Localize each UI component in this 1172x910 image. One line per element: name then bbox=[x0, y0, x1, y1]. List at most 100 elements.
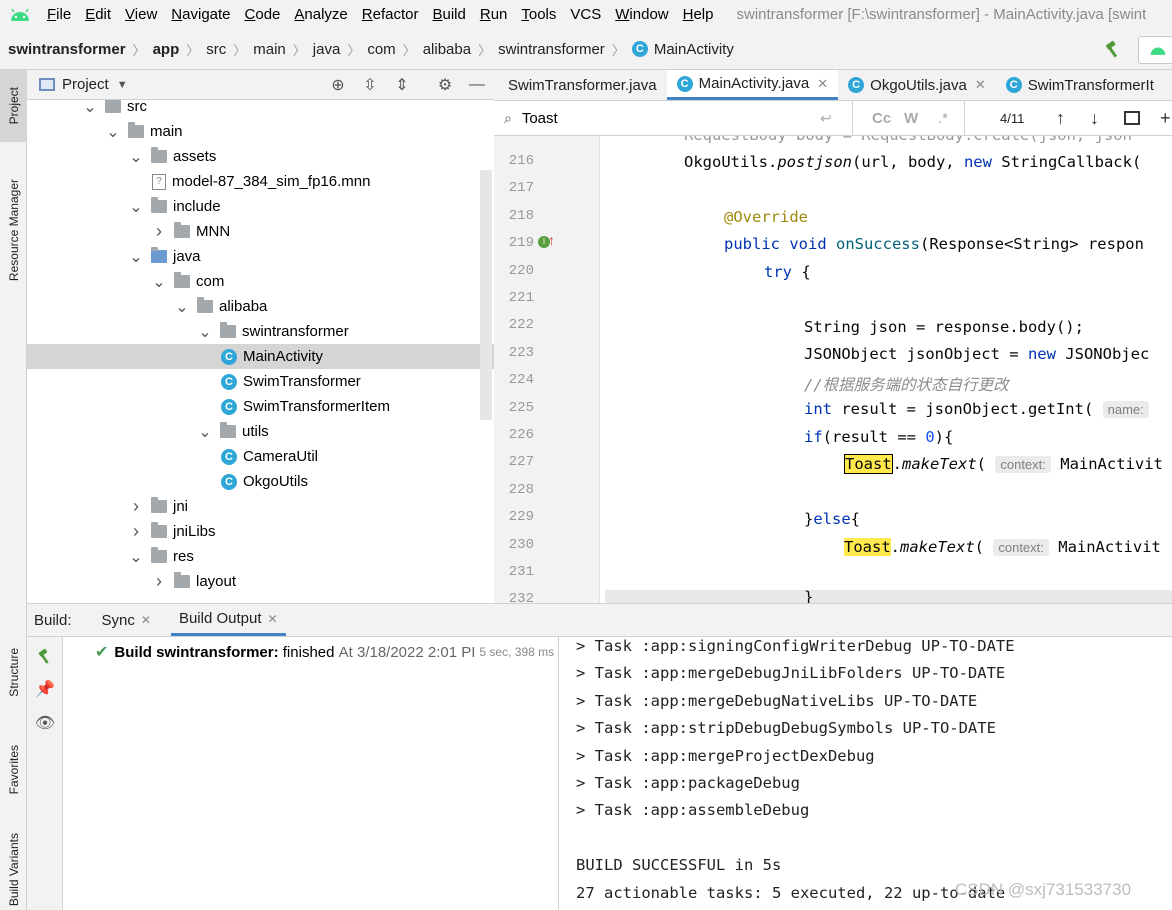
add-icon[interactable]: + bbox=[1160, 108, 1171, 129]
chevron-down-icon[interactable]: ⌄ bbox=[129, 249, 143, 266]
minimize-icon[interactable]: — bbox=[464, 72, 490, 98]
build-variants-tool-tab[interactable]: Build Variants bbox=[0, 830, 27, 910]
tree-item[interactable]: › jni bbox=[27, 494, 494, 519]
breadcrumb-item[interactable]: java 〉 bbox=[313, 40, 368, 59]
close-icon[interactable]: ✕ bbox=[141, 613, 151, 627]
tree-item[interactable]: ⌄ alibaba bbox=[27, 294, 494, 319]
tree-item[interactable]: ⌄ src bbox=[27, 100, 494, 119]
code-editor[interactable]: RequestBody body = RequestBody.create(js… bbox=[601, 136, 1172, 603]
tab-swimtransformeritem[interactable]: C SwimTransformerIt bbox=[996, 70, 1164, 100]
chevron-down-icon[interactable]: ⌄ bbox=[83, 100, 97, 116]
project-panel-title[interactable]: Project bbox=[62, 76, 109, 93]
tree-item[interactable]: C SwimTransformer bbox=[27, 369, 494, 394]
breadcrumb-item[interactable]: main 〉 bbox=[253, 40, 313, 59]
chevron-right-icon[interactable]: › bbox=[152, 221, 166, 241]
tree-item[interactable]: C MainActivity bbox=[27, 344, 494, 369]
tree-item[interactable]: ⌄ include bbox=[27, 194, 494, 219]
tab-okgoutils[interactable]: C OkgoUtils.java ✕ bbox=[838, 70, 996, 100]
collapse-all-icon[interactable]: ⇕ bbox=[389, 72, 415, 98]
chevron-down-icon[interactable]: ⌄ bbox=[129, 199, 143, 216]
tab-build-output[interactable]: Build Output ✕ bbox=[170, 604, 286, 636]
close-icon[interactable]: ✕ bbox=[817, 76, 828, 92]
menu-tools[interactable]: Tools bbox=[514, 0, 563, 29]
breadcrumb-file[interactable]: C MainActivity bbox=[631, 41, 734, 58]
project-tool-tab[interactable]: Project bbox=[0, 70, 27, 142]
breadcrumb-item[interactable]: com 〉 bbox=[367, 40, 422, 59]
menu-navigate[interactable]: Navigate bbox=[164, 0, 237, 29]
chevron-right-icon[interactable]: › bbox=[129, 521, 143, 541]
tree-item[interactable]: ⌄ swintransformer bbox=[27, 319, 494, 344]
folder-icon bbox=[151, 497, 167, 513]
build-result-row[interactable]: ✔ Build swintransformer: finished At 3/1… bbox=[95, 642, 554, 662]
breadcrumb-item[interactable]: app 〉 bbox=[153, 40, 207, 59]
menu-edit[interactable]: Edit bbox=[78, 0, 118, 29]
chevron-down-icon[interactable]: ⌄ bbox=[175, 299, 189, 316]
chevron-right-icon[interactable]: › bbox=[152, 571, 166, 591]
chevron-down-icon[interactable]: ⌄ bbox=[198, 424, 212, 441]
close-icon[interactable]: ✕ bbox=[268, 612, 278, 626]
build-hammer-icon[interactable] bbox=[32, 645, 58, 669]
menu-window[interactable]: Window bbox=[608, 0, 675, 29]
tree-item[interactable]: ⌄ assets bbox=[27, 144, 494, 169]
breadcrumb-item[interactable]: swintransformer 〉 bbox=[498, 40, 632, 59]
structure-tool-tab[interactable]: Structure bbox=[0, 630, 27, 715]
chevron-right-icon[interactable]: › bbox=[129, 496, 143, 516]
menu-vcs[interactable]: VCS bbox=[563, 0, 608, 29]
menu-analyze[interactable]: Analyze bbox=[287, 0, 354, 29]
breadcrumb-item[interactable]: swintransformer 〉 bbox=[8, 40, 153, 59]
tree-item[interactable]: C OkgoUtils bbox=[27, 469, 494, 494]
tree-item[interactable]: ? model-87_384_sim_fp16.mnn bbox=[27, 169, 494, 194]
arrow-up-icon[interactable]: ↑ bbox=[1056, 108, 1065, 129]
locate-icon[interactable]: ⊕ bbox=[325, 72, 351, 98]
chevron-down-icon[interactable]: ⌄ bbox=[198, 324, 212, 341]
arrow-up-icon[interactable]: ↑ bbox=[548, 232, 555, 248]
tree-item[interactable]: ⌄ res bbox=[27, 544, 494, 569]
tree-item[interactable]: › jniLibs bbox=[27, 519, 494, 544]
eye-icon[interactable]: 👁 bbox=[32, 711, 58, 735]
arrow-down-icon[interactable]: ↓ bbox=[1090, 108, 1099, 129]
tree-item[interactable]: ⌄ utils bbox=[27, 419, 494, 444]
menu-refactor[interactable]: Refactor bbox=[355, 0, 426, 29]
words-toggle[interactable]: W bbox=[904, 110, 918, 127]
horizontal-scrollbar[interactable] bbox=[605, 590, 1172, 603]
tab-sync[interactable]: Sync ✕ bbox=[94, 604, 159, 636]
chevron-down-icon[interactable]: ⌄ bbox=[152, 274, 166, 291]
menu-code[interactable]: Code bbox=[238, 0, 288, 29]
expand-all-icon[interactable]: ⇳ bbox=[357, 72, 383, 98]
chevron-down-icon[interactable]: ▼ bbox=[117, 79, 128, 91]
breadcrumb-item[interactable]: src 〉 bbox=[206, 40, 253, 59]
tree-item[interactable]: C SwimTransformerItem bbox=[27, 394, 494, 419]
menu-view[interactable]: View bbox=[118, 0, 164, 29]
menu-run[interactable]: Run bbox=[473, 0, 515, 29]
search-input[interactable]: Toast bbox=[522, 110, 822, 127]
chevron-down-icon[interactable]: ⌄ bbox=[129, 549, 143, 566]
select-all-occurrences-icon[interactable] bbox=[1124, 111, 1140, 125]
search-icon[interactable]: ⌕ bbox=[504, 110, 512, 127]
chevron-down-icon[interactable]: ⌄ bbox=[106, 124, 120, 141]
tree-item[interactable]: › layout bbox=[27, 569, 494, 594]
history-icon[interactable]: ↩ bbox=[820, 110, 832, 127]
close-icon[interactable]: ✕ bbox=[975, 77, 986, 93]
tree-scrollbar[interactable] bbox=[480, 170, 492, 420]
run-config-selector[interactable] bbox=[1138, 36, 1172, 64]
resource-manager-tool-tab[interactable]: Resource Manager bbox=[0, 160, 27, 300]
build-hammer-icon[interactable] bbox=[1100, 37, 1126, 63]
menu-file[interactable]: File bbox=[40, 0, 78, 29]
build-console[interactable]: > Task :app:signingConfigWriterDebug UP-… bbox=[560, 637, 1172, 910]
tab-swimtransformer[interactable]: SwimTransformer.java bbox=[494, 70, 667, 100]
tree-item[interactable]: ⌄ java bbox=[27, 244, 494, 269]
pin-icon[interactable]: 📌 bbox=[32, 677, 58, 701]
tree-item[interactable]: ⌄ main bbox=[27, 119, 494, 144]
breadcrumb-item[interactable]: alibaba 〉 bbox=[423, 40, 498, 59]
menu-help[interactable]: Help bbox=[676, 0, 721, 29]
regex-toggle[interactable]: .* bbox=[938, 110, 948, 127]
match-case-toggle[interactable]: Cc bbox=[872, 110, 891, 127]
menu-build[interactable]: Build bbox=[425, 0, 472, 29]
chevron-down-icon[interactable]: ⌄ bbox=[129, 149, 143, 166]
tab-mainactivity[interactable]: C MainActivity.java ✕ bbox=[666, 70, 839, 100]
tree-item[interactable]: C CameraUtil bbox=[27, 444, 494, 469]
gear-icon[interactable]: ⚙ bbox=[432, 72, 458, 98]
tree-item[interactable]: › MNN bbox=[27, 219, 494, 244]
favorites-tool-tab[interactable]: Favorites bbox=[0, 730, 27, 810]
tree-item[interactable]: ⌄ com bbox=[27, 269, 494, 294]
